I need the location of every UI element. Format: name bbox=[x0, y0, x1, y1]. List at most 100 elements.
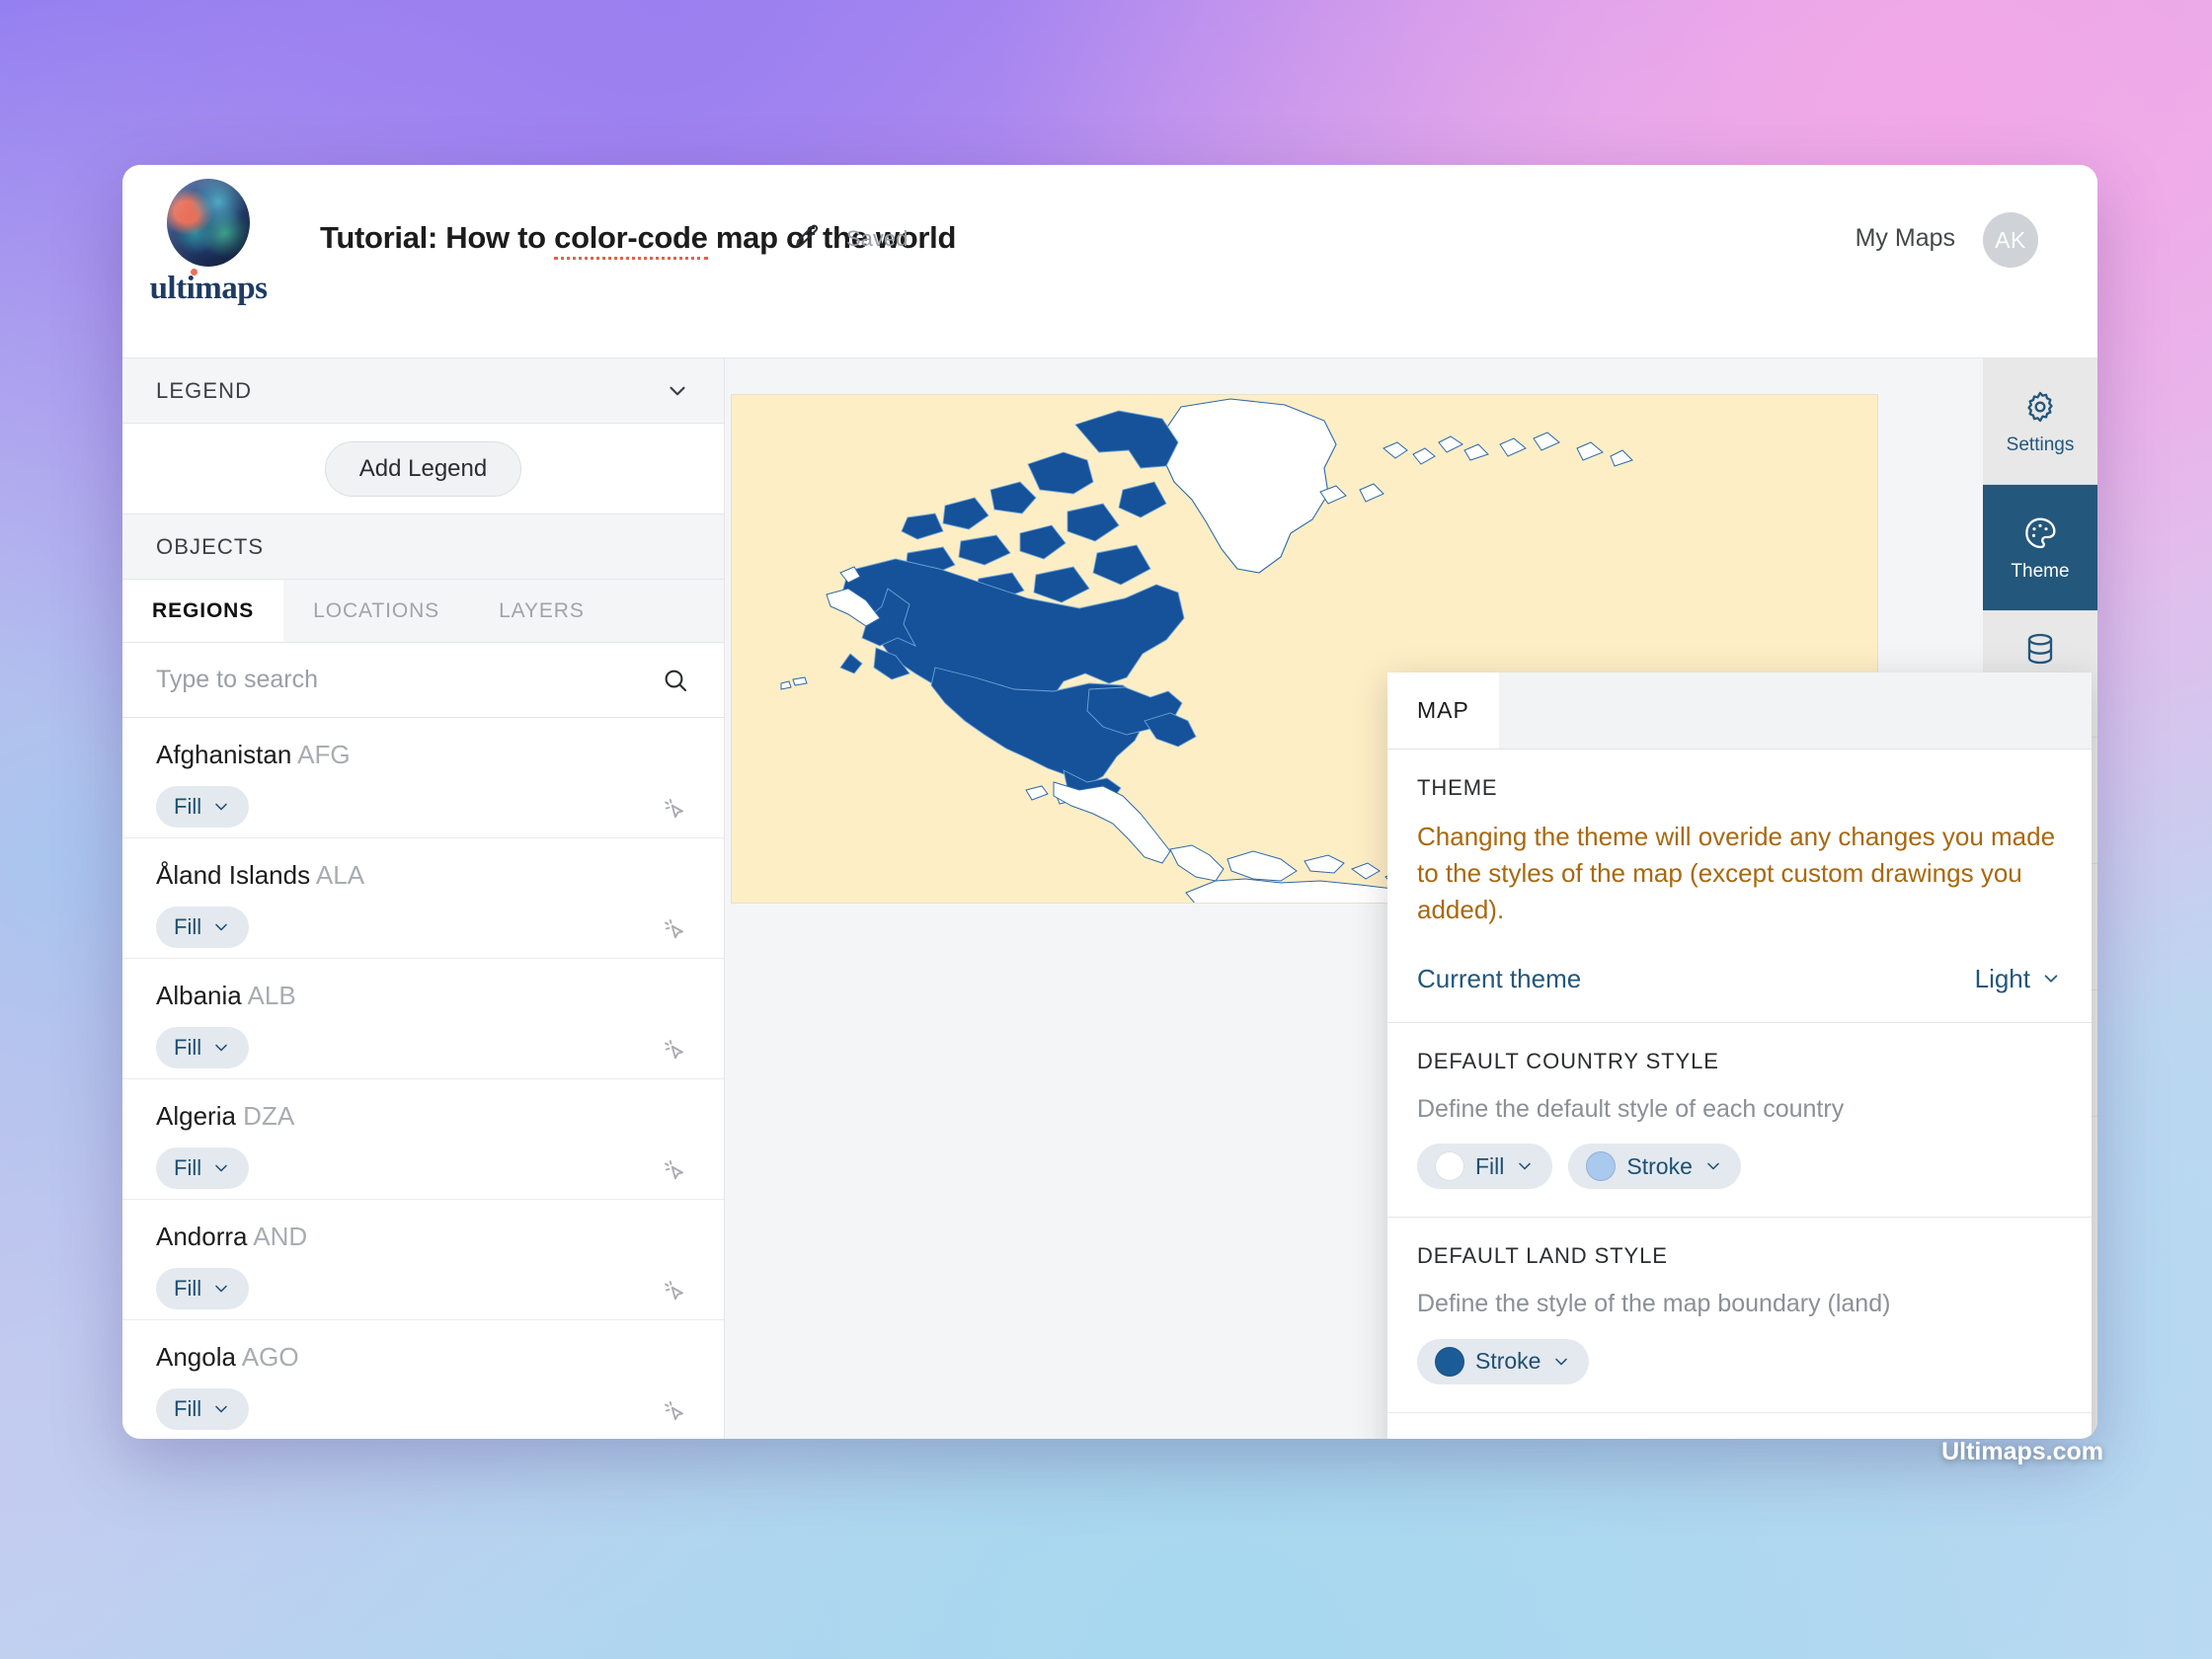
current-theme-dropdown[interactable]: Light bbox=[1975, 964, 2062, 994]
logo-wordmark: ultimaps bbox=[150, 271, 268, 307]
rail-label-settings: Settings bbox=[2003, 434, 2079, 455]
country-style-pills: Fill Stroke bbox=[1417, 1144, 2062, 1189]
gear-icon bbox=[2020, 387, 2060, 427]
rail-item-settings[interactable]: Settings bbox=[1983, 358, 2097, 485]
click-cursor-icon[interactable] bbox=[659, 1395, 688, 1425]
search-row bbox=[122, 643, 724, 718]
add-legend-button[interactable]: Add Legend bbox=[325, 441, 521, 497]
current-theme-row: Current theme Light bbox=[1417, 964, 2062, 994]
chevron-down-icon bbox=[1515, 1156, 1535, 1176]
pencil-icon[interactable] bbox=[792, 222, 822, 252]
search-input[interactable] bbox=[156, 666, 661, 694]
region-code: AND bbox=[253, 1222, 307, 1251]
region-fill-dropdown[interactable]: Fill bbox=[156, 786, 249, 828]
chevron-down-icon bbox=[1703, 1156, 1723, 1176]
country-style-description: Define the default style of each country bbox=[1417, 1092, 2062, 1127]
tab-layers[interactable]: LAYERS bbox=[469, 580, 614, 642]
tab-locations[interactable]: LOCATIONS bbox=[283, 580, 469, 642]
region-name: Angola AGO bbox=[156, 1342, 690, 1373]
chevron-down-icon bbox=[1551, 1352, 1571, 1372]
region-code: DZA bbox=[243, 1101, 294, 1131]
region-code: ALA bbox=[316, 860, 364, 890]
region-fill-dropdown[interactable]: Fill bbox=[156, 907, 249, 948]
region-fill-label: Fill bbox=[174, 794, 201, 820]
region-list: Afghanistan AFGFillÅland Islands ALAFill… bbox=[122, 718, 724, 1439]
land-style-label: DEFAULT LAND STYLE bbox=[1417, 1243, 2062, 1269]
app-logo[interactable]: ultimaps bbox=[145, 179, 272, 307]
current-theme-value: Light bbox=[1975, 964, 2030, 994]
theme-section: THEME Changing the theme will overide an… bbox=[1387, 750, 2092, 1023]
region-row[interactable]: Andorra AND Fill bbox=[122, 1200, 724, 1320]
region-fill-label: Fill bbox=[174, 1155, 201, 1181]
chevron-down-icon[interactable] bbox=[665, 378, 690, 404]
save-status: Saved bbox=[846, 226, 908, 252]
map-settings-panel: MAP THEME Changing the theme will overid… bbox=[1387, 672, 2092, 1439]
chevron-down-icon bbox=[211, 1038, 231, 1058]
region-fill-label: Fill bbox=[174, 1276, 201, 1302]
country-style-label: DEFAULT COUNTRY STYLE bbox=[1417, 1049, 2062, 1074]
region-code: ALB bbox=[248, 981, 296, 1010]
chevron-down-icon bbox=[211, 917, 231, 937]
map-panel-tab-map[interactable]: MAP bbox=[1387, 672, 1499, 749]
objects-header-label: OBJECTS bbox=[156, 534, 264, 560]
default-country-style-section: DEFAULT COUNTRY STYLE Define the default… bbox=[1387, 1023, 2092, 1219]
page-title-misspelled: color-code bbox=[554, 220, 707, 260]
page-title-suffix: map of the world bbox=[708, 220, 957, 255]
region-row[interactable]: Algeria DZAFill bbox=[122, 1079, 724, 1200]
region-code: AGO bbox=[242, 1342, 299, 1372]
objects-tabs: REGIONS LOCATIONS LAYERS bbox=[122, 580, 724, 643]
click-cursor-icon[interactable] bbox=[659, 1034, 688, 1064]
land-stroke-label: Stroke bbox=[1475, 1348, 1540, 1375]
land-style-description: Define the style of the map boundary (la… bbox=[1417, 1287, 2062, 1321]
region-fill-dropdown[interactable]: Fill bbox=[156, 1027, 249, 1068]
country-fill-label: Fill bbox=[1475, 1153, 1504, 1180]
region-row[interactable]: Afghanistan AFG Fill bbox=[122, 718, 724, 838]
region-row[interactable]: Albania ALB Fill bbox=[122, 959, 724, 1079]
country-stroke-dropdown[interactable]: Stroke bbox=[1568, 1144, 1740, 1189]
rail-item-theme[interactable]: Theme bbox=[1983, 485, 2097, 611]
region-fill-label: Fill bbox=[174, 914, 201, 940]
legend-header-label: LEGEND bbox=[156, 378, 252, 404]
region-fill-dropdown[interactable]: Fill bbox=[156, 1388, 249, 1430]
avatar[interactable]: AK bbox=[1983, 212, 2038, 268]
chevron-down-icon bbox=[211, 1158, 231, 1178]
palette-icon bbox=[2020, 514, 2060, 553]
click-cursor-icon[interactable] bbox=[659, 1275, 688, 1304]
region-label: Albania bbox=[156, 981, 242, 1010]
current-theme-label: Current theme bbox=[1417, 964, 1581, 994]
page-title-prefix: Tutorial: How to bbox=[320, 220, 554, 255]
legend-body: Add Legend bbox=[122, 424, 724, 514]
region-row[interactable]: Angola AGO Fill bbox=[122, 1320, 724, 1439]
country-fill-dropdown[interactable]: Fill bbox=[1417, 1144, 1552, 1189]
click-cursor-icon[interactable] bbox=[659, 913, 688, 943]
theme-warning-text: Changing the theme will overide any chan… bbox=[1417, 819, 2062, 928]
region-fill-label: Fill bbox=[174, 1396, 201, 1422]
region-fill-dropdown[interactable]: Fill bbox=[156, 1147, 249, 1189]
globe-icon bbox=[167, 179, 250, 267]
default-land-style-section: DEFAULT LAND STYLE Define the style of t… bbox=[1387, 1218, 2092, 1413]
region-label: Andorra bbox=[156, 1222, 248, 1251]
map-region-arctic-isles bbox=[1320, 433, 1632, 504]
land-style-pills: Stroke bbox=[1417, 1339, 2062, 1384]
click-cursor-icon[interactable] bbox=[659, 1154, 688, 1184]
region-name: Albania ALB bbox=[156, 981, 690, 1011]
land-stroke-dropdown[interactable]: Stroke bbox=[1417, 1339, 1589, 1384]
country-stroke-label: Stroke bbox=[1626, 1153, 1692, 1180]
country-fill-swatch bbox=[1435, 1151, 1464, 1181]
region-label: Angola bbox=[156, 1342, 236, 1372]
canvas-style-section: CANVAS STYLE Set the background color of… bbox=[1387, 1413, 2092, 1439]
objects-section-header: OBJECTS bbox=[122, 514, 724, 580]
left-sidebar: LEGEND Add Legend OBJECTS REGIONS LOCATI… bbox=[122, 358, 725, 1439]
app-window: ultimaps Tutorial: How to color-code map… bbox=[122, 165, 2097, 1439]
land-stroke-swatch bbox=[1435, 1347, 1464, 1377]
chevron-down-icon bbox=[211, 1279, 231, 1299]
map-region-central-america bbox=[1054, 782, 1409, 885]
my-maps-link[interactable]: My Maps bbox=[1856, 224, 1955, 253]
region-row[interactable]: Åland Islands ALAFill bbox=[122, 838, 724, 959]
click-cursor-icon[interactable] bbox=[659, 793, 688, 823]
theme-section-label: THEME bbox=[1417, 775, 2062, 801]
region-name: Afghanistan AFG bbox=[156, 740, 690, 770]
tab-regions[interactable]: REGIONS bbox=[122, 580, 283, 642]
search-icon[interactable] bbox=[661, 666, 690, 695]
region-fill-dropdown[interactable]: Fill bbox=[156, 1268, 249, 1309]
